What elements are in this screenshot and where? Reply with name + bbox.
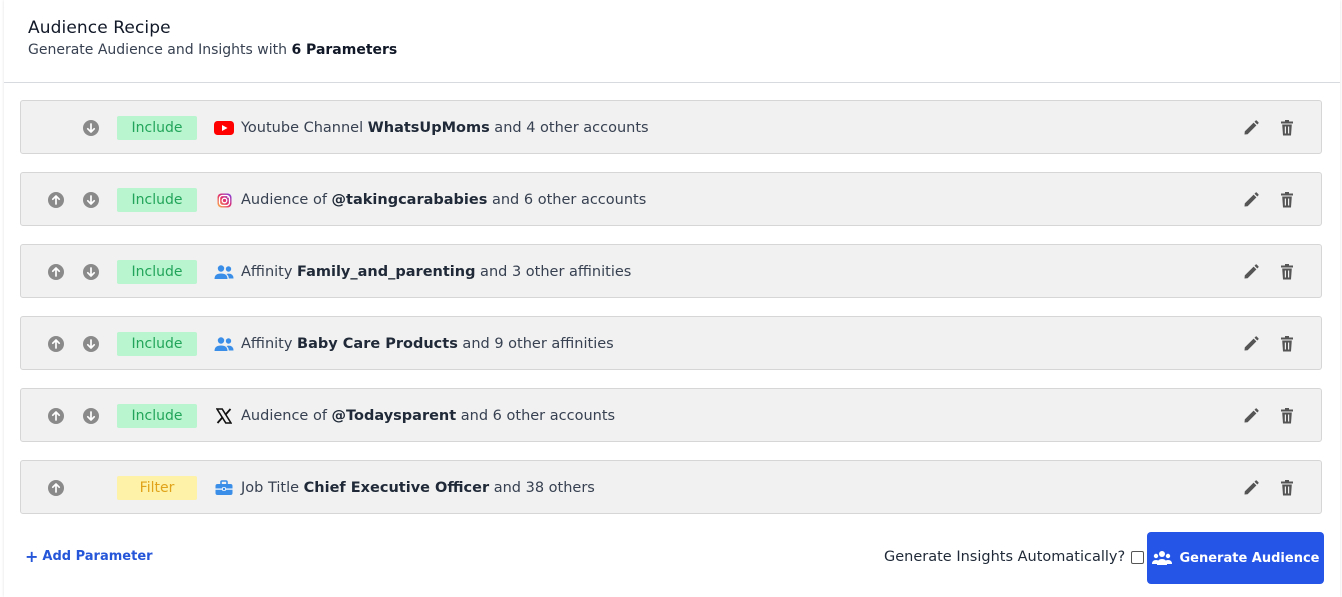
- x-icon: [214, 406, 234, 426]
- page-subtitle: Generate Audience and Insights with 6 Pa…: [28, 42, 397, 58]
- edit-icon[interactable]: [1242, 263, 1260, 281]
- move-up-icon[interactable]: [48, 192, 64, 208]
- description-prefix: Job Title: [241, 480, 304, 496]
- description-highlight: Baby Care Products: [297, 336, 458, 352]
- move-up-icon[interactable]: [48, 408, 64, 424]
- move-up-icon[interactable]: [48, 480, 64, 496]
- trash-icon[interactable]: [1278, 479, 1296, 497]
- description-suffix: and 38 others: [489, 480, 595, 496]
- parameter-row: Include Youtube Channel WhatsUpMoms and 4…: [20, 100, 1322, 154]
- people-icon: [214, 262, 234, 282]
- edit-icon[interactable]: [1242, 119, 1260, 137]
- parameter-row: Include Affinity Baby Care Products and 9…: [20, 316, 1322, 370]
- include-badge: Include: [117, 404, 197, 428]
- subtitle-prefix: Generate Audience and Insights with: [28, 42, 292, 58]
- auto-insights-checkbox[interactable]: [1131, 550, 1145, 564]
- add-parameter-label: Add Parameter: [42, 549, 153, 564]
- parameter-row: Include Audience of @takingcarababies and…: [20, 172, 1322, 226]
- page-title: Audience Recipe: [28, 18, 171, 38]
- parameter-count: 6 Parameters: [291, 42, 398, 58]
- edit-icon[interactable]: [1242, 479, 1260, 497]
- youtube-icon: [214, 118, 234, 138]
- description-highlight: Chief Executive Officer: [303, 480, 490, 496]
- parameter-row: Filter Job Title Chief Executive Officer …: [20, 460, 1322, 514]
- plus-icon: +: [25, 547, 39, 566]
- description-suffix: and 4 other accounts: [489, 120, 649, 136]
- instagram-icon: [214, 190, 234, 210]
- auto-insights-label: Generate Insights Automatically?: [884, 549, 1126, 565]
- move-up-icon[interactable]: [48, 264, 64, 280]
- description-prefix: Youtube Channel: [241, 120, 368, 136]
- trash-icon[interactable]: [1278, 263, 1296, 281]
- description-prefix: Affinity: [241, 264, 298, 280]
- move-down-icon[interactable]: [83, 192, 99, 208]
- move-down-icon[interactable]: [83, 120, 99, 136]
- parameter-description: Audience of @takingcarababies and 6 othe…: [241, 190, 646, 210]
- header-divider: [4, 82, 1340, 83]
- description-prefix: Audience of: [241, 408, 332, 424]
- include-badge: Include: [117, 188, 197, 212]
- add-parameter-button[interactable]: + Add Parameter: [25, 547, 153, 566]
- briefcase-icon: [214, 478, 234, 498]
- description-suffix: and 6 other accounts: [456, 408, 616, 424]
- trash-icon[interactable]: [1278, 191, 1296, 209]
- audience-recipe-card: Audience Recipe Generate Audience and In…: [4, 0, 1340, 597]
- description-suffix: and 9 other affinities: [457, 336, 614, 352]
- parameter-description: Youtube Channel WhatsUpMoms and 4 other …: [241, 118, 649, 138]
- edit-icon[interactable]: [1242, 407, 1260, 425]
- description-prefix: Audience of: [241, 192, 332, 208]
- include-badge: Include: [117, 260, 197, 284]
- edit-icon[interactable]: [1242, 335, 1260, 353]
- parameter-description: Job Title Chief Executive Officer and 38…: [241, 478, 595, 498]
- parameter-description: Affinity Baby Care Products and 9 other …: [241, 334, 614, 354]
- move-down-icon[interactable]: [83, 336, 99, 352]
- parameter-row: Include Audience of @Todaysparent and 6 o…: [20, 388, 1322, 442]
- auto-insights-toggle: Generate Insights Automatically?: [884, 549, 1145, 565]
- generate-audience-label: Generate Audience: [1179, 550, 1320, 566]
- include-badge: Include: [117, 332, 197, 356]
- parameter-row: Include Affinity Family_and_parenting and…: [20, 244, 1322, 298]
- description-highlight: @Todaysparent: [331, 408, 457, 424]
- filter-badge: Filter: [117, 476, 197, 500]
- header: Audience Recipe Generate Audience and In…: [28, 18, 397, 58]
- move-down-icon[interactable]: [83, 264, 99, 280]
- description-suffix: and 3 other affinities: [475, 264, 632, 280]
- description-highlight: WhatsUpMoms: [367, 120, 490, 136]
- trash-icon[interactable]: [1278, 335, 1296, 353]
- people-icon: [214, 334, 234, 354]
- include-badge: Include: [117, 116, 197, 140]
- edit-icon[interactable]: [1242, 191, 1260, 209]
- description-highlight: Family_and_parenting: [297, 264, 476, 280]
- parameter-description: Audience of @Todaysparent and 6 other ac…: [241, 406, 615, 426]
- description-prefix: Affinity: [241, 336, 298, 352]
- parameter-description: Affinity Family_and_parenting and 3 othe…: [241, 262, 631, 282]
- trash-icon[interactable]: [1278, 119, 1296, 137]
- description-suffix: and 6 other accounts: [487, 192, 647, 208]
- move-down-icon[interactable]: [83, 408, 99, 424]
- move-up-icon[interactable]: [48, 336, 64, 352]
- generate-audience-button[interactable]: Generate Audience: [1147, 532, 1324, 584]
- audience-icon: [1151, 551, 1172, 565]
- description-highlight: @takingcarababies: [331, 192, 488, 208]
- trash-icon[interactable]: [1278, 407, 1296, 425]
